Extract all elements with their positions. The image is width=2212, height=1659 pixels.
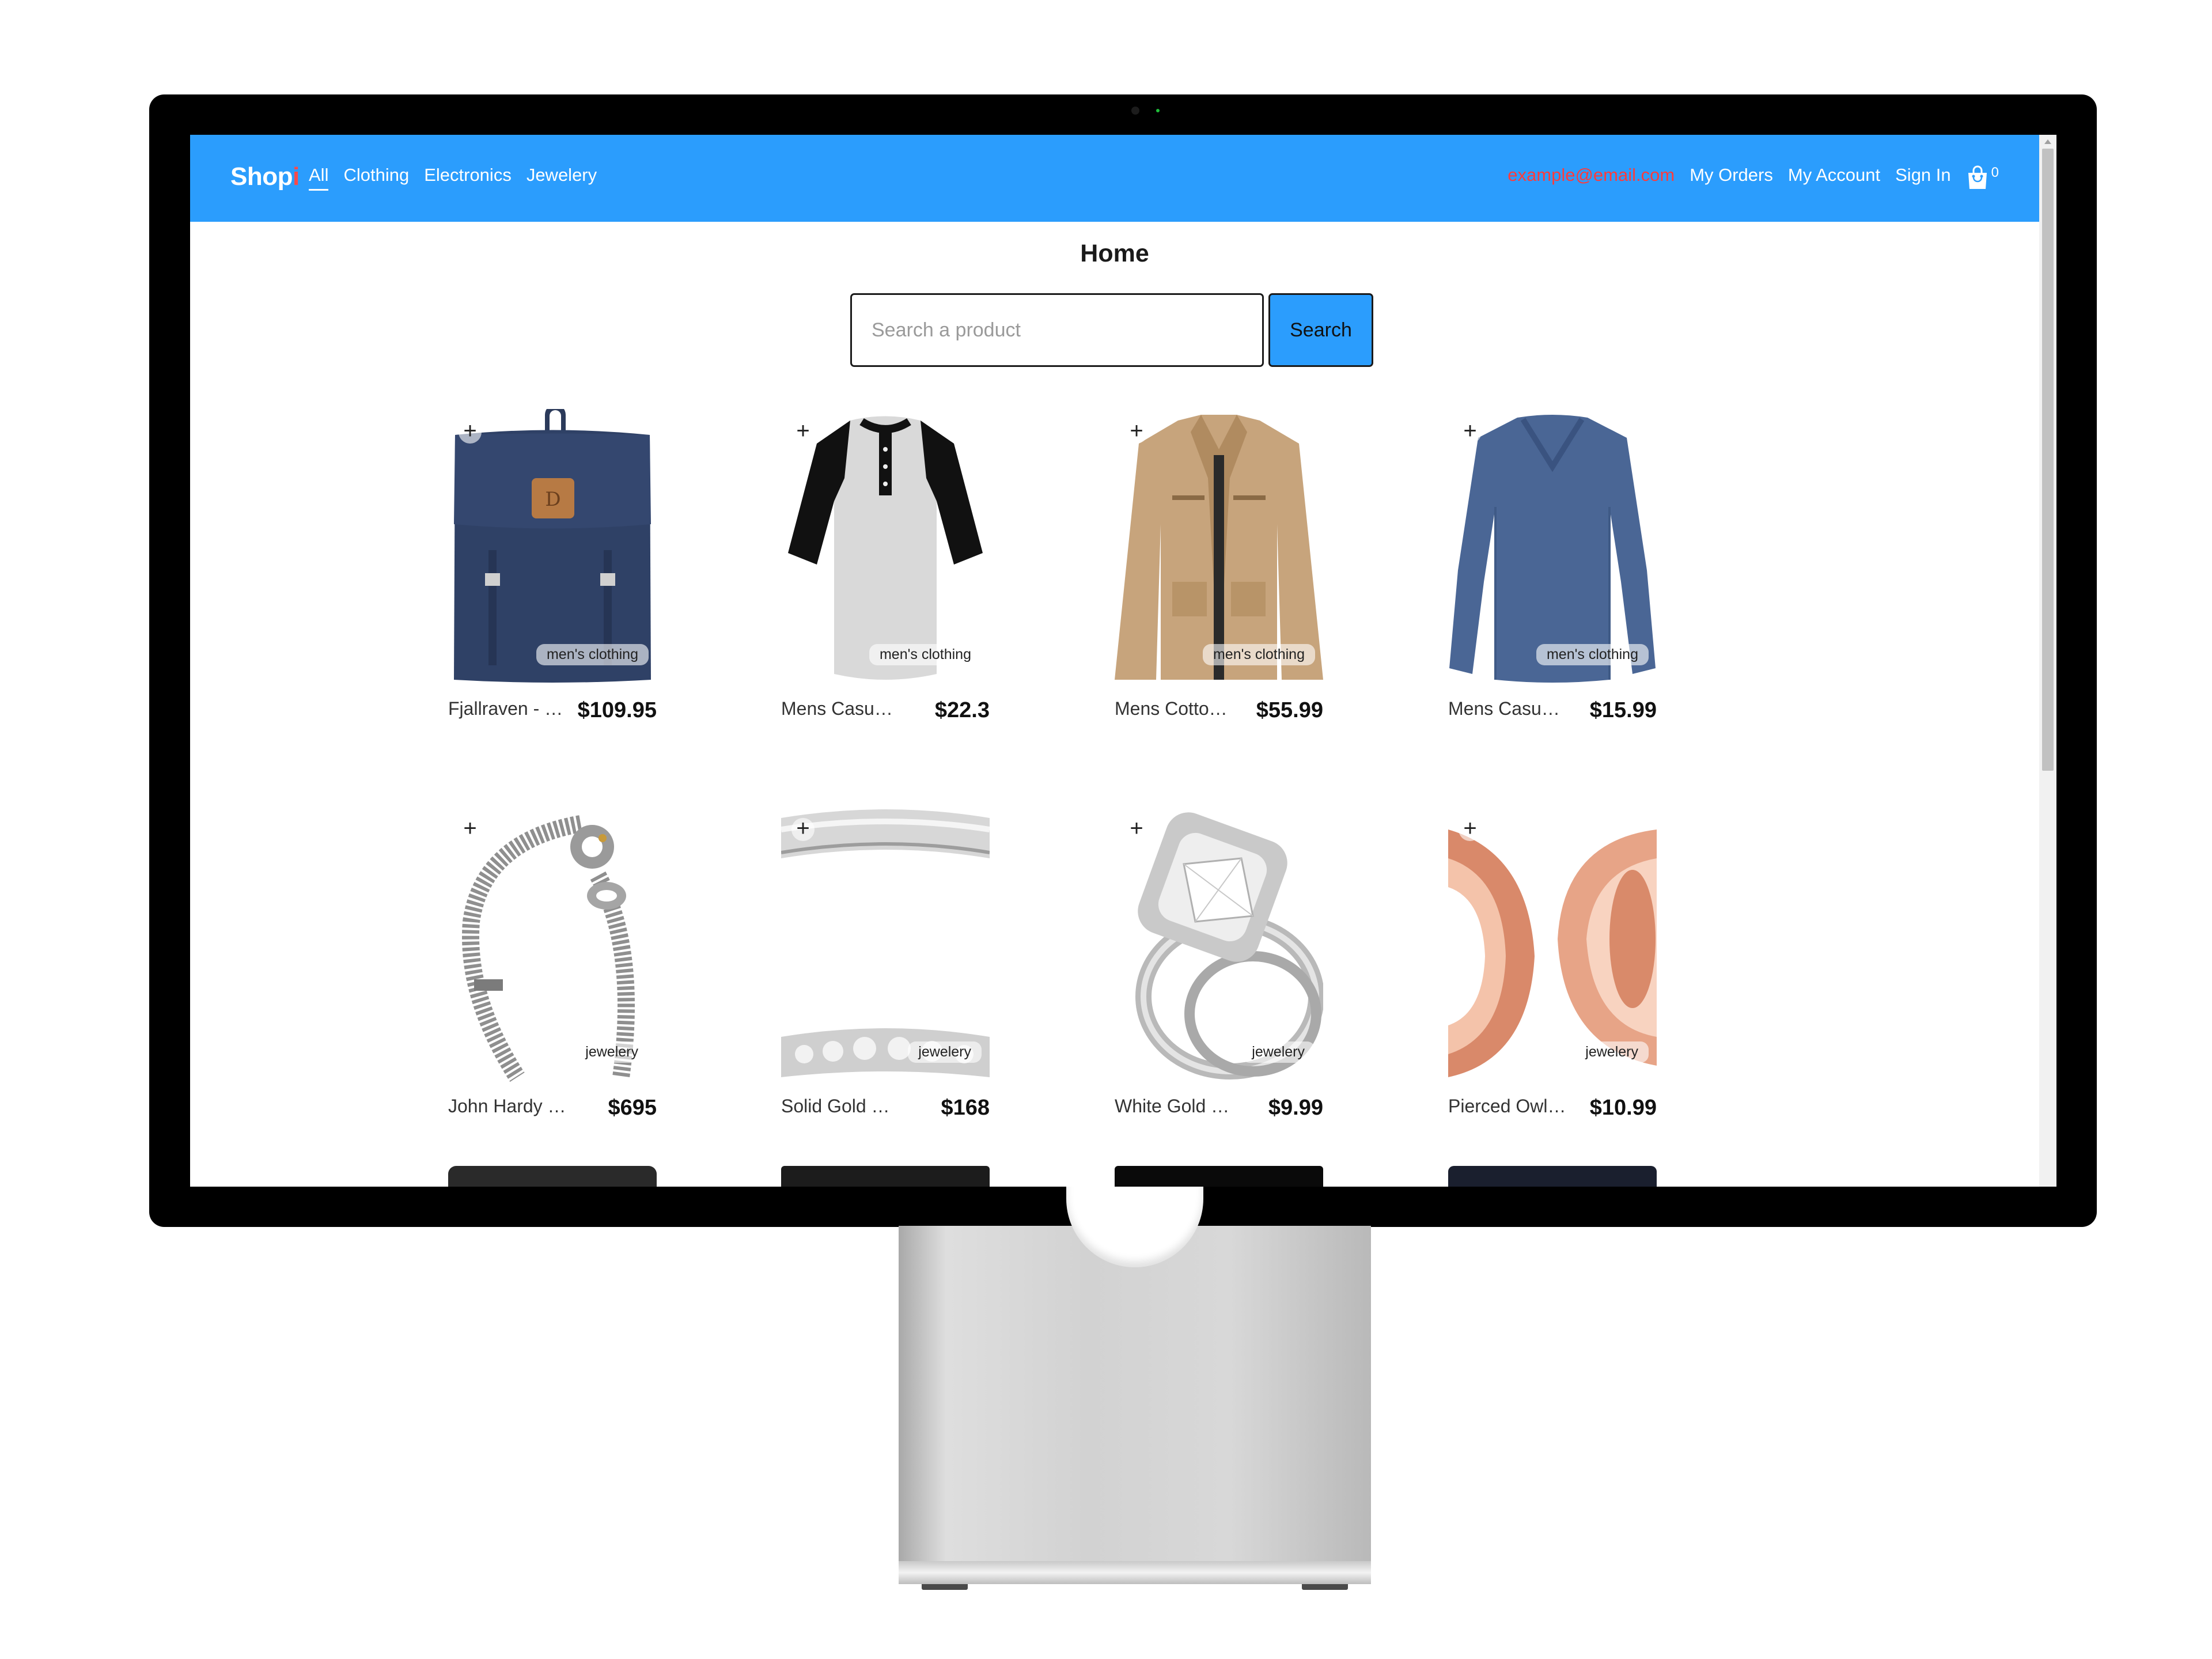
scroll-thumb[interactable] <box>2042 149 2054 771</box>
brand-logo[interactable]: Shopi <box>230 162 300 191</box>
nav-sign-in[interactable]: Sign In <box>1895 165 1951 185</box>
add-to-cart-button[interactable]: + <box>791 419 815 444</box>
product-card-partial[interactable] <box>448 1166 657 1187</box>
monitor-stand <box>899 1226 1371 1584</box>
svg-text:D: D <box>545 488 560 511</box>
category-badge: jewelery <box>575 1041 649 1063</box>
search-input[interactable]: Search a product <box>850 293 1264 367</box>
camera <box>1131 107 1139 115</box>
camera-led <box>1156 109 1160 112</box>
stand-base-edge <box>899 1561 1371 1584</box>
product-title: Mens Cotton Jacket <box>1115 698 1234 719</box>
stand-foot-left <box>922 1584 968 1590</box>
nav-electronics[interactable]: Electronics <box>424 165 512 191</box>
category-badge: men's clothing <box>536 644 649 665</box>
nav-my-account[interactable]: My Account <box>1788 165 1880 185</box>
product-title: Pierced Owl Rose Gold Plated Stainless S… <box>1448 1096 1568 1116</box>
product-title: White Gold Plated Princess <box>1115 1096 1234 1116</box>
product-price: $9.99 <box>1268 1096 1323 1120</box>
product-title: Mens Casual Slim Fit <box>1448 698 1568 719</box>
product-card-partial[interactable] <box>781 1166 990 1187</box>
add-to-cart-button[interactable]: + <box>459 817 482 841</box>
product-title: Solid Gold Petite Micropave <box>781 1096 901 1116</box>
nav-my-orders[interactable]: My Orders <box>1690 165 1773 185</box>
category-badge: jewelery <box>908 1041 982 1063</box>
scrollbar[interactable] <box>2039 135 2056 1187</box>
product-card-partial[interactable] <box>1115 1166 1323 1187</box>
product-card[interactable]: + jewelery White Gold Plated Princess $9… <box>1115 806 1323 1141</box>
product-card[interactable]: + jewelery Solid Gold Petite Micropave $… <box>781 806 990 1141</box>
category-badge: jewelery <box>1241 1041 1315 1063</box>
scroll-up-arrow-icon[interactable] <box>2044 139 2051 144</box>
navbar: Shopi All Clothing Electronics Jewelery … <box>190 135 2039 222</box>
product-price: $10.99 <box>1589 1096 1657 1120</box>
nav-jewelery[interactable]: Jewelery <box>527 165 597 191</box>
cart-count: 0 <box>1991 165 1999 180</box>
page-title: Home <box>1080 240 1149 267</box>
product-image[interactable] <box>1115 1166 1323 1187</box>
product-title: Mens Casual Premium Slim Fit T-Shirts <box>781 698 901 719</box>
product-price: $168 <box>941 1096 990 1120</box>
category-badge: jewelery <box>1575 1041 1649 1063</box>
add-to-cart-button[interactable]: + <box>459 419 482 444</box>
product-title: Fjallraven - Foldsack No. 1 Backpack <box>448 698 568 719</box>
product-image[interactable] <box>448 1166 657 1187</box>
cart-button[interactable]: 0 <box>1966 165 1999 190</box>
product-price: $22.3 <box>934 698 990 722</box>
product-card[interactable]: + men's clothing Mens Casual Premium Sli… <box>781 409 990 743</box>
browser-screen: Shopi All Clothing Electronics Jewelery … <box>190 135 2056 1187</box>
product-price: $15.99 <box>1589 698 1657 722</box>
product-price: $695 <box>608 1096 657 1120</box>
add-to-cart-button[interactable]: + <box>1125 419 1148 444</box>
product-card[interactable]: D + men's clothing Fjallraven - Foldsack… <box>448 409 657 743</box>
shopping-bag-icon <box>1968 165 1987 189</box>
category-badge: men's clothing <box>1202 644 1315 665</box>
nav-clothing[interactable]: Clothing <box>343 165 409 191</box>
add-to-cart-button[interactable]: + <box>1125 817 1148 841</box>
nav-all[interactable]: All <box>309 165 329 191</box>
add-to-cart-button[interactable]: + <box>791 817 815 841</box>
product-card-partial[interactable] <box>1448 1166 1657 1187</box>
stand-foot-right <box>1302 1584 1348 1590</box>
category-badge: men's clothing <box>869 644 982 665</box>
add-to-cart-button[interactable]: + <box>1459 817 1482 841</box>
product-card[interactable]: + men's clothing Mens Cotton Jacket $55.… <box>1115 409 1323 743</box>
product-price: $109.95 <box>577 698 657 722</box>
product-card[interactable]: + men's clothing Mens Casual Slim Fit $1… <box>1448 409 1657 743</box>
category-badge: men's clothing <box>1536 644 1649 665</box>
product-image[interactable] <box>1448 1166 1657 1187</box>
search-button[interactable]: Search <box>1268 293 1373 367</box>
add-to-cart-button[interactable]: + <box>1459 419 1482 444</box>
product-card[interactable]: + jewelery Pierced Owl Rose Gold Plated … <box>1448 806 1657 1141</box>
product-card[interactable]: + jewelery John Hardy Women's Legends Na… <box>448 806 657 1141</box>
product-price: $55.99 <box>1256 698 1323 722</box>
account-nav: example@email.com My Orders My Account S… <box>1508 165 1999 190</box>
product-image[interactable] <box>781 1166 990 1187</box>
product-title: John Hardy Women's Legends Naga Bracelet <box>448 1096 568 1116</box>
category-nav: All Clothing Electronics Jewelery <box>309 165 597 191</box>
user-email: example@email.com <box>1508 165 1675 185</box>
